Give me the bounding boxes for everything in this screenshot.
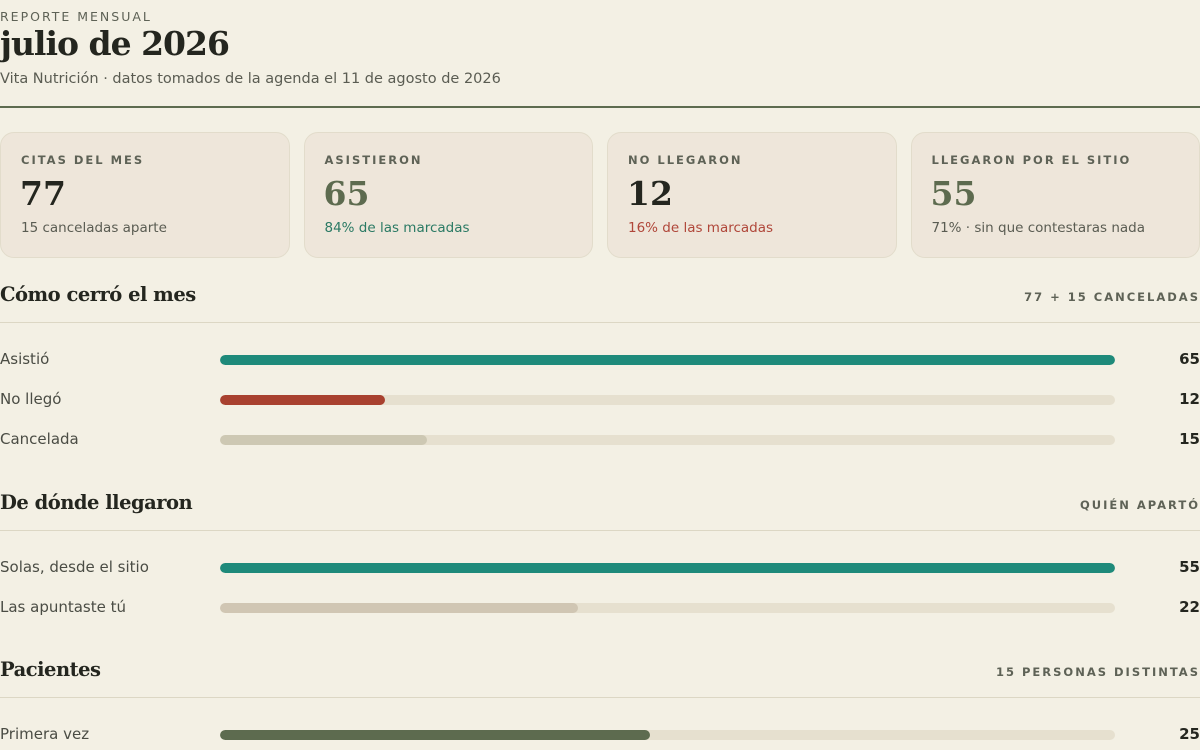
section-title: Pacientes — [0, 658, 101, 681]
card-no-llegaron: NO LLEGARON 12 16% de las marcadas — [607, 132, 897, 258]
bar-row: Solas, desde el sitio 55 — [0, 556, 1200, 580]
card-llegaron-por-el-sitio: LLEGARON POR EL SITIO 55 71% · sin que c… — [910, 132, 1200, 258]
bar-label: Las apuntaste tú — [0, 598, 127, 616]
summary-cards: CITAS DEL MES 77 15 canceladas aparte AS… — [0, 132, 1200, 258]
page-title: julio de 2026 — [0, 24, 230, 63]
section-header-origen: De dónde llegaron QUIÉN APARTÓ — [0, 491, 1200, 531]
card-label: CITAS DEL MES — [21, 153, 145, 167]
bar-row: Cancelada 15 — [0, 428, 1200, 452]
bar-track — [220, 730, 1115, 740]
bar-label: Primera vez — [0, 725, 90, 743]
bar-fill — [220, 563, 1115, 573]
bar-fill — [220, 603, 578, 613]
bar-track — [220, 563, 1115, 573]
card-label: ASISTIERON — [324, 153, 423, 167]
bar-fill — [220, 395, 386, 405]
card-note: 16% de las marcadas — [628, 220, 774, 236]
bar-label: Asistió — [0, 350, 50, 368]
bar-row: No llegó 12 — [0, 388, 1200, 412]
bar-value: 65 — [1179, 350, 1200, 368]
card-value: 65 — [323, 174, 370, 213]
bar-value: 12 — [1179, 390, 1200, 408]
card-citas-del-mes: CITAS DEL MES 77 15 canceladas aparte — [0, 132, 290, 258]
section-meta: QUIÉN APARTÓ — [1079, 498, 1200, 512]
bar-value: 15 — [1179, 430, 1200, 448]
section-meta: 77 + 15 CANCELADAS — [1024, 290, 1200, 304]
bar-label: Solas, desde el sitio — [0, 558, 149, 576]
card-note: 71% · sin que contestaras nada — [931, 220, 1146, 236]
section-header-cierre: Cómo cerró el mes 77 + 15 CANCELADAS — [0, 283, 1200, 323]
bar-track — [220, 435, 1115, 445]
bar-row: Las apuntaste tú 22 — [0, 596, 1200, 620]
bar-fill — [220, 730, 651, 740]
bar-row: Primera vez 25 — [0, 723, 1200, 747]
bar-fill — [220, 435, 427, 445]
card-value: 12 — [627, 174, 673, 213]
section-title: Cómo cerró el mes — [0, 283, 196, 306]
card-label: LLEGARON POR EL SITIO — [931, 153, 1132, 167]
bar-track — [220, 603, 1115, 613]
report-header: REPORTE MENSUAL julio de 2026 Vita Nutri… — [0, 0, 1200, 108]
bar-track — [220, 395, 1115, 405]
page-subtitle: Vita Nutrición · datos tomados de la age… — [0, 71, 501, 87]
bar-value: 55 — [1179, 558, 1200, 576]
card-value: 77 — [20, 174, 66, 213]
section-meta: 15 PERSONAS DISTINTAS — [995, 665, 1200, 679]
bar-label: No llegó — [0, 390, 62, 408]
section-header-pacientes: Pacientes 15 PERSONAS DISTINTAS — [0, 658, 1200, 698]
bar-label: Cancelada — [0, 430, 79, 448]
bar-value: 25 — [1179, 725, 1200, 743]
card-label: NO LLEGARON — [628, 153, 743, 167]
card-value: 55 — [930, 174, 977, 213]
bar-value: 22 — [1179, 598, 1200, 616]
bar-track — [220, 355, 1115, 365]
card-asistieron: ASISTIERON 65 84% de las marcadas — [303, 132, 593, 258]
section-title: De dónde llegaron — [0, 491, 193, 514]
bar-row: Asistió 65 — [0, 348, 1200, 372]
card-note: 15 canceladas aparte — [21, 220, 167, 236]
report-eyebrow: REPORTE MENSUAL — [0, 9, 152, 24]
bar-fill — [220, 355, 1115, 365]
card-note: 84% de las marcadas — [324, 220, 470, 236]
